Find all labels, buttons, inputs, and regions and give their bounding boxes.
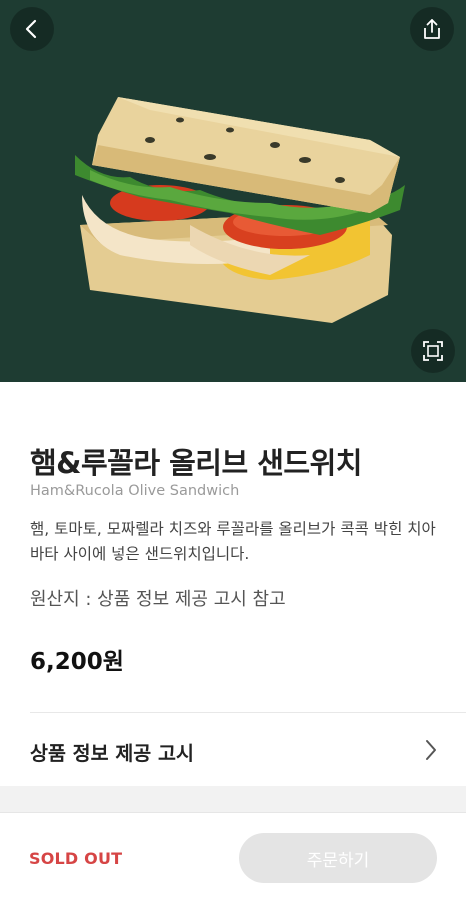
zoom-button[interactable] xyxy=(411,329,455,373)
sold-out-status: SOLD OUT xyxy=(29,849,123,868)
chevron-left-icon xyxy=(25,19,37,39)
product-name-english: Ham&Rucola Olive Sandwich xyxy=(30,483,240,499)
chevron-right-icon xyxy=(426,740,436,760)
product-price: 6,200원 xyxy=(30,649,124,675)
expand-icon xyxy=(423,341,443,361)
product-notice-row[interactable]: 상품 정보 제공 고시 xyxy=(0,713,466,785)
back-button[interactable] xyxy=(10,7,54,51)
product-name: 햄&루꼴라 올리브 샌드위치 xyxy=(30,446,362,480)
share-icon xyxy=(424,19,440,39)
share-button[interactable] xyxy=(410,7,454,51)
bottom-action-bar: SOLD OUT 주문하기 xyxy=(0,812,466,919)
product-hero xyxy=(0,0,466,382)
section-spacer xyxy=(0,786,466,812)
origin-info: 원산지 : 상품 정보 제공 고시 참고 xyxy=(30,589,286,610)
product-notice-label: 상품 정보 제공 고시 xyxy=(30,742,194,765)
product-image xyxy=(75,97,405,323)
product-description: 햄, 토마토, 모짜렐라 치즈와 루꼴라를 올리브가 콕콕 박힌 치아바타 사이… xyxy=(30,520,436,563)
order-button[interactable]: 주문하기 xyxy=(239,833,437,883)
